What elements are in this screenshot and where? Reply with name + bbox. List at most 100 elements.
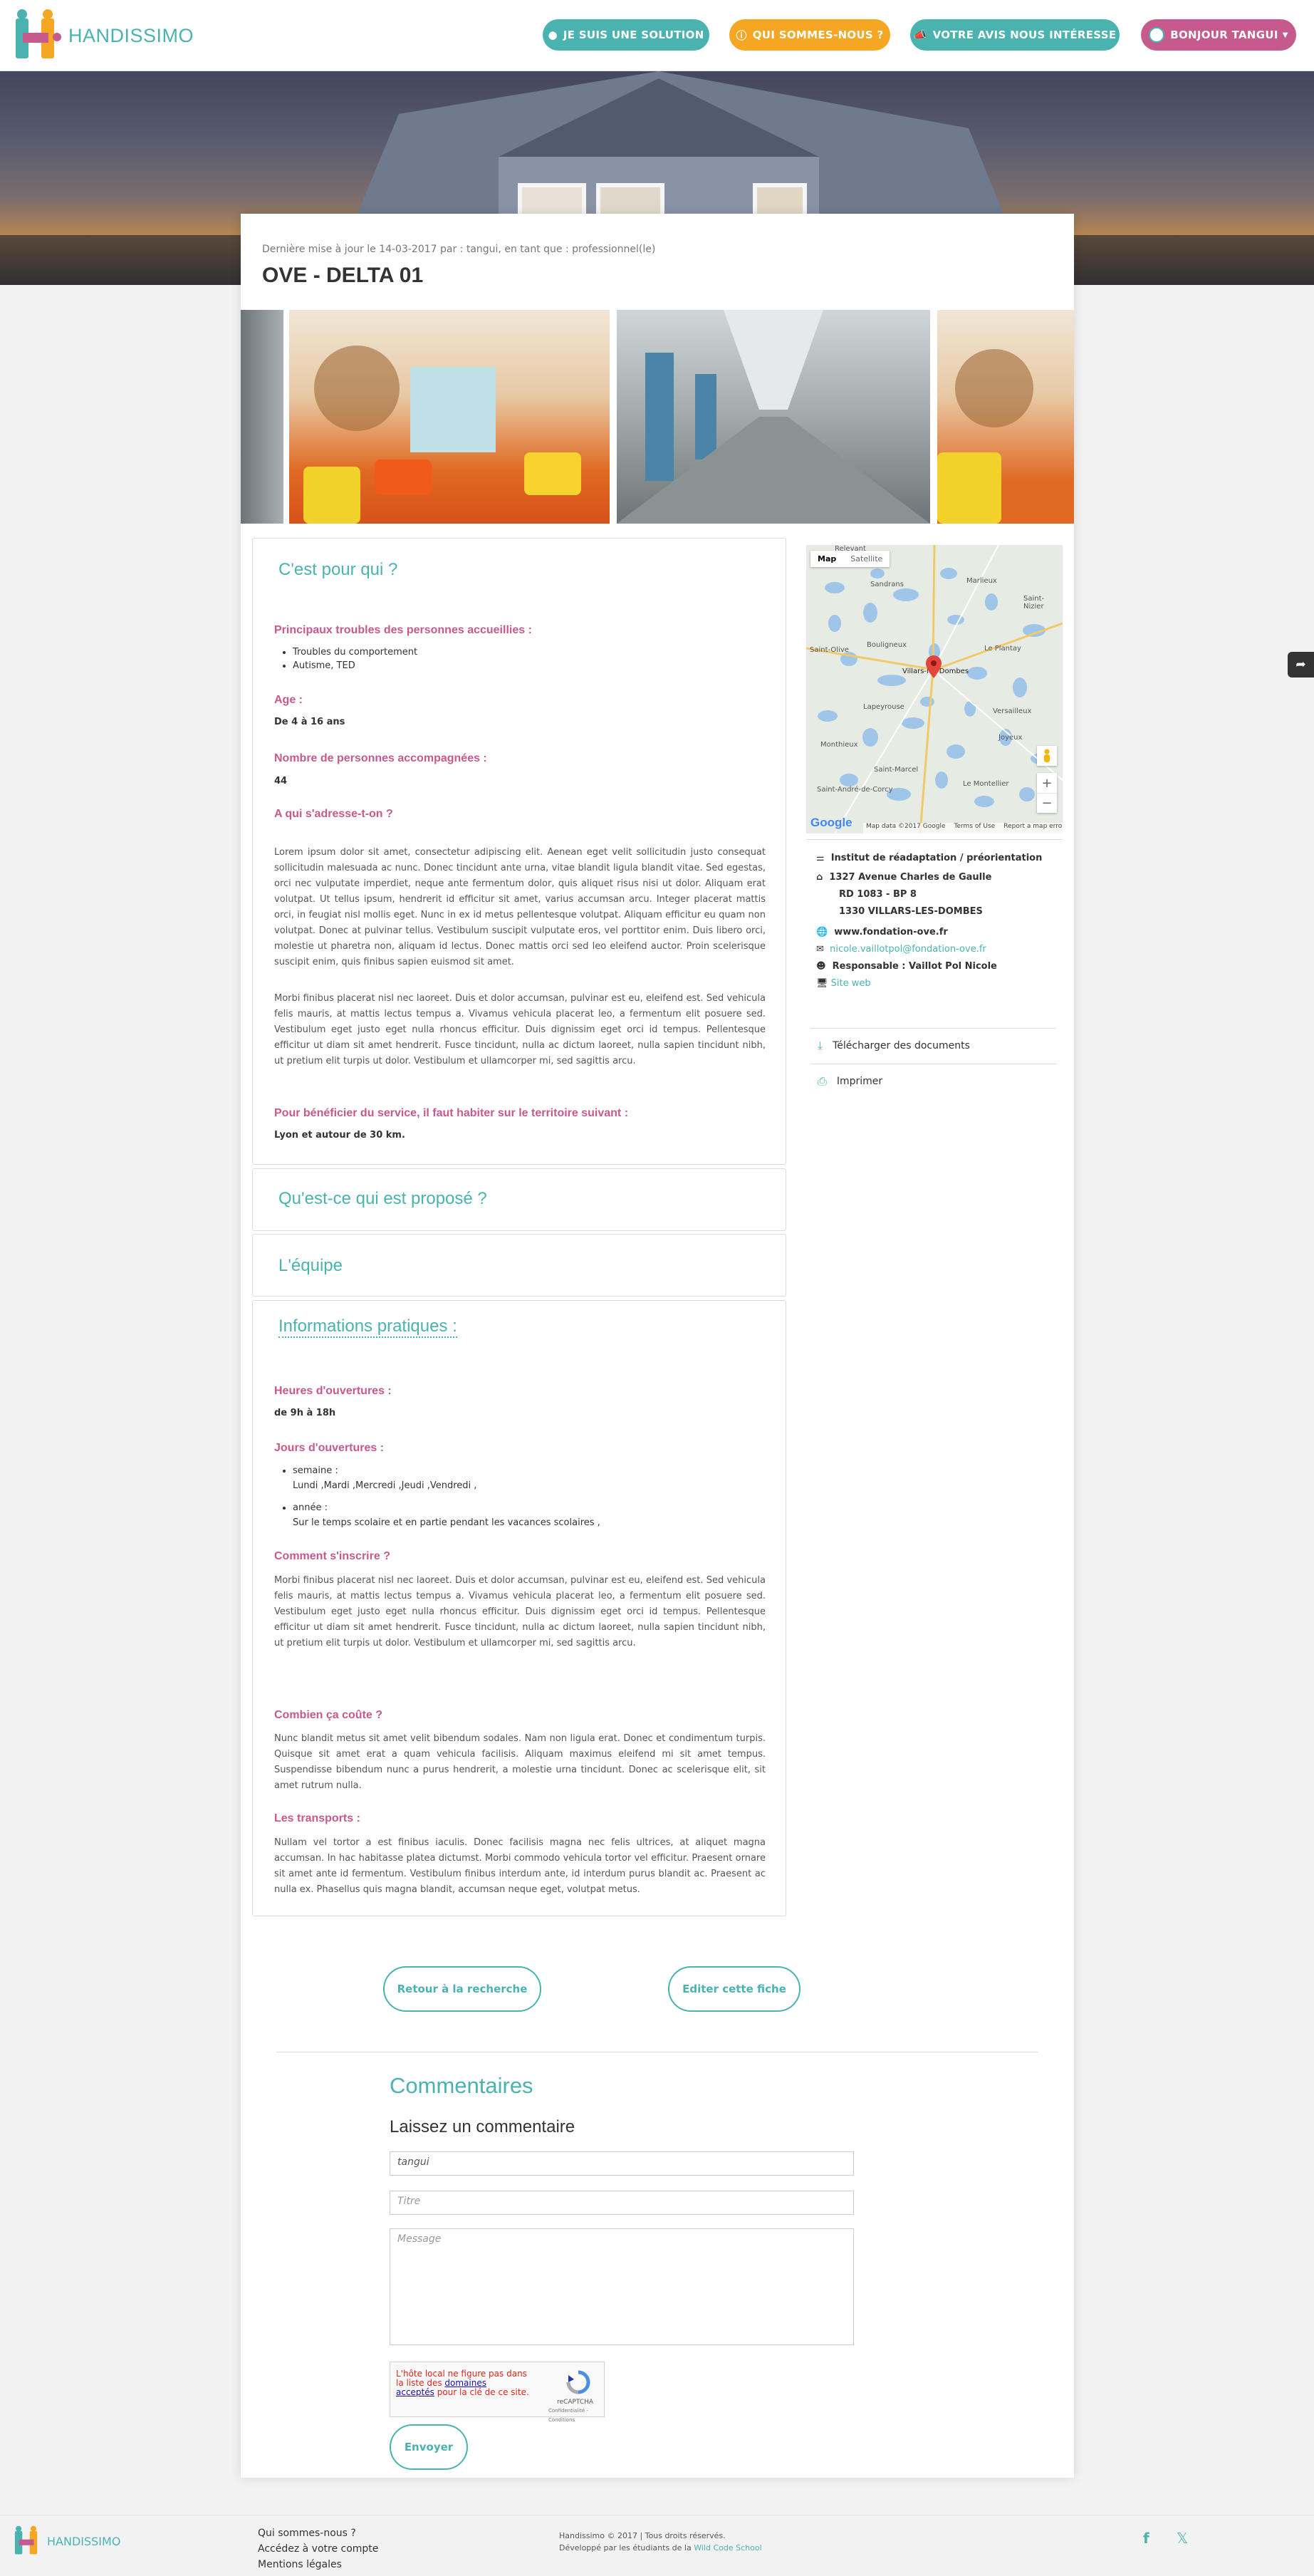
solution-button[interactable]: ● JE SUIS UNE SOLUTION bbox=[543, 19, 709, 51]
website-text: www.fondation-ove.fr bbox=[834, 927, 948, 938]
map-place: Lapeyrouse bbox=[863, 703, 904, 711]
map-place: Saint-Marcel bbox=[874, 766, 919, 774]
manager-text: Responsable : Vaillot Pol Nicole bbox=[832, 961, 997, 972]
panel-who: C'est pour qui ? Principaux troubles des… bbox=[252, 538, 786, 1165]
panel-who-heading[interactable]: C'est pour qui ? bbox=[278, 560, 397, 580]
target-paragraph-1: Lorem ipsum dolor sit amet, consectetur … bbox=[274, 847, 766, 967]
arrow-icon: ➦ bbox=[1295, 658, 1306, 672]
map-place: Le Montellier bbox=[963, 780, 1009, 788]
map-widget[interactable]: Map Satellite Relevant Sandrans Marlieux… bbox=[806, 545, 1063, 833]
year-value: Sur le temps scolaire et en partie penda… bbox=[293, 1517, 600, 1528]
download-documents-link[interactable]: ⤓ Télécharger des documents bbox=[818, 1039, 970, 1053]
solution-label: JE SUIS UNE SOLUTION bbox=[563, 28, 704, 41]
age-value: De 4 à 16 ans bbox=[274, 717, 345, 727]
email-link[interactable]: nicole.vaillotpol@fondation-ove.fr bbox=[830, 944, 986, 955]
captcha-error: la liste des bbox=[396, 2378, 442, 2388]
caret-down-icon: ▼ bbox=[1282, 31, 1288, 39]
map-credit: Map data ©2017 Google bbox=[866, 823, 946, 830]
register-text: Morbi finibus placerat nisl nec laoreet.… bbox=[274, 1575, 766, 1648]
pegman-icon[interactable] bbox=[1037, 746, 1057, 766]
name-field[interactable]: tangui bbox=[390, 2151, 854, 2176]
print-link[interactable]: ⎙ Imprimer bbox=[818, 1074, 882, 1089]
wild-code-school-link[interactable]: Wild Code School bbox=[694, 2543, 761, 2552]
recaptcha-terms[interactable]: Confidentialité - Conditions bbox=[548, 2406, 604, 2425]
satellite-tab[interactable]: Satellite bbox=[843, 551, 890, 567]
side-widget-tab[interactable]: ➦ bbox=[1288, 652, 1314, 677]
globe-icon: 🌐 bbox=[816, 927, 828, 938]
zoom-in-icon[interactable]: + bbox=[1037, 773, 1057, 793]
site-link-row: 🖥 Site web bbox=[816, 978, 871, 989]
list-item: année : Sur le temps scolaire et en parti… bbox=[293, 1500, 600, 1530]
map-report-link[interactable]: Report a map error bbox=[1003, 823, 1063, 833]
hours-value: de 9h à 18h bbox=[274, 1408, 336, 1418]
panel-proposed[interactable]: Qu'est-ce qui est proposé ? bbox=[252, 1168, 786, 1231]
last-update: Dernière mise à jour le 14-03-2017 par :… bbox=[262, 244, 656, 255]
message-field[interactable]: Message bbox=[390, 2228, 854, 2345]
map-place: Monthieux bbox=[820, 741, 858, 749]
print-icon: ⎙ bbox=[818, 1074, 827, 1088]
feedback-label: VOTRE AVIS NOUS INTÉRESSE bbox=[932, 28, 1117, 41]
address-line-3: 1330 VILLARS-LES-DOMBES bbox=[839, 906, 983, 917]
map-place: Joyeux bbox=[998, 734, 1023, 742]
edit-sheet-button[interactable]: Editer cette fiche bbox=[668, 1966, 801, 2012]
print-label: Imprimer bbox=[836, 1076, 883, 1087]
panel-team[interactable]: L'équipe bbox=[252, 1234, 786, 1297]
footer-link-about[interactable]: Qui sommes-nous ? bbox=[258, 2525, 378, 2541]
panel-team-heading[interactable]: L'équipe bbox=[278, 1256, 343, 1276]
map-marker-icon[interactable] bbox=[926, 655, 942, 678]
logo-h-icon bbox=[14, 2525, 38, 2555]
target-label: A qui s'adresse-t-on ? bbox=[274, 808, 393, 820]
download-icon: ⤓ bbox=[818, 1039, 823, 1052]
back-to-search-button[interactable]: Retour à la recherche bbox=[383, 1966, 541, 2012]
brand-logo[interactable]: HANDISSIMO bbox=[13, 9, 194, 63]
count-label: Nombre de personnes accompagnées : bbox=[274, 752, 487, 764]
website: 🌐 www.fondation-ove.fr bbox=[816, 927, 948, 938]
twitter-icon[interactable]: 𝕏 bbox=[1177, 2530, 1188, 2547]
email: ✉ nicole.vaillotpol@fondation-ove.fr bbox=[816, 944, 986, 955]
feedback-button[interactable]: 📣 VOTRE AVIS NOUS INTÉRESSE bbox=[910, 19, 1120, 51]
footer-link-legal[interactable]: Mentions légales bbox=[258, 2557, 378, 2572]
map-place: Bouligneux bbox=[867, 641, 907, 649]
count-value: 44 bbox=[274, 776, 288, 786]
captcha-domains-link[interactable]: domaines bbox=[444, 2378, 486, 2388]
week-label: semaine : bbox=[293, 1465, 338, 1476]
map-tab[interactable]: Map bbox=[810, 551, 843, 567]
google-logo: Google bbox=[810, 816, 852, 829]
footer-brand: HANDISSIMO bbox=[47, 2534, 121, 2548]
captcha-accepted-link[interactable]: acceptés bbox=[396, 2387, 434, 2397]
map-place: Sandrans bbox=[870, 581, 904, 588]
photo-carousel[interactable] bbox=[241, 310, 1074, 524]
site-web-link[interactable]: Site web bbox=[831, 978, 871, 989]
home-icon: ⌂ bbox=[816, 872, 823, 883]
target-paragraph-2: Morbi finibus placerat nisl nec laoreet.… bbox=[274, 993, 766, 1066]
zoom-out-icon[interactable]: − bbox=[1037, 793, 1057, 813]
about-button[interactable]: ⓘ QUI SOMMES-NOUS ? bbox=[729, 19, 890, 51]
manager: ☻ Responsable : Vaillot Pol Nicole bbox=[816, 961, 997, 972]
carousel-photo bbox=[937, 310, 1074, 524]
panel-practical: Informations pratiques : Heures d'ouvert… bbox=[252, 1300, 786, 1916]
facility-type-text: Institut de réadaptation / préorientatio… bbox=[830, 853, 1043, 863]
address-line-1: 1327 Avenue Charles de Gaulle bbox=[829, 872, 992, 883]
map-place: Le Plantay bbox=[984, 645, 1021, 653]
brand-name: HANDISSIMO bbox=[68, 24, 194, 46]
recaptcha-widget[interactable]: L'hôte local ne figure pas dans la liste … bbox=[390, 2362, 605, 2423]
footer-link-account[interactable]: Accédez à votre compte bbox=[258, 2541, 378, 2557]
carousel-photo bbox=[617, 310, 930, 524]
panel-practical-heading[interactable]: Informations pratiques : bbox=[278, 1316, 457, 1338]
about-label: QUI SOMMES-NOUS ? bbox=[752, 28, 884, 41]
title-field[interactable]: Titre bbox=[390, 2191, 854, 2215]
download-label: Télécharger des documents bbox=[833, 1040, 970, 1051]
address: ⌂ 1327 Avenue Charles de Gaulle bbox=[816, 872, 991, 883]
carousel-photo bbox=[289, 310, 610, 524]
footer-copyright: Handissimo © 2017 | Tous droits réservés… bbox=[559, 2530, 762, 2554]
age-label: Age : bbox=[274, 694, 303, 706]
carousel-photo bbox=[241, 310, 283, 524]
user-menu-button[interactable]: BONJOUR TANGUI ▼ bbox=[1141, 19, 1296, 51]
logo-h-icon bbox=[13, 9, 66, 63]
list-item: Troubles du comportement bbox=[293, 645, 417, 659]
facebook-icon[interactable]: f bbox=[1143, 2530, 1149, 2547]
footer-logo[interactable]: HANDISSIMO bbox=[13, 2525, 120, 2557]
send-button[interactable]: Envoyer bbox=[390, 2424, 468, 2470]
panel-proposed-heading[interactable]: Qu'est-ce qui est proposé ? bbox=[278, 1189, 487, 1209]
map-terms-link[interactable]: Terms of Use bbox=[954, 823, 996, 833]
